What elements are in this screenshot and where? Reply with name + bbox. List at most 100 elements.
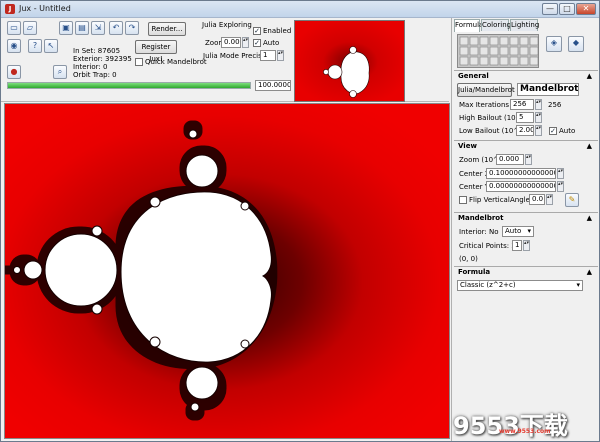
preset-thumbnail[interactable]	[479, 36, 489, 46]
flip-vertical-checkbox[interactable]	[459, 196, 467, 204]
julia-enabled-checkbox[interactable]: ✓	[253, 27, 261, 35]
open-folder-icon[interactable]: ▱	[23, 21, 37, 35]
formula-section-header[interactable]: Formula ▲	[454, 266, 598, 277]
maximize-button[interactable]: □	[559, 3, 575, 15]
julia-mandelbrot-button[interactable]: Julia/Mandelbrot	[457, 83, 515, 97]
center-y-spinner[interactable]: ▴▾	[557, 181, 564, 192]
max-iterations-field[interactable]: 256	[510, 99, 534, 110]
flip-vertical-label: Flip Vertical	[469, 196, 510, 204]
help-icon[interactable]: ?	[28, 39, 42, 53]
pointer-icon[interactable]: ↖	[44, 39, 58, 53]
stat-orbit-trap: Orbit Trap: 0	[73, 71, 117, 79]
low-bailout-spinner[interactable]: ▴▾	[535, 125, 542, 136]
low-bailout-field[interactable]: 2.00	[516, 125, 534, 136]
minimize-button[interactable]: —	[542, 3, 558, 15]
collapse-arrow-icon[interactable]: ▲	[587, 71, 592, 81]
formula-select[interactable]: Classic (z^2+c) ▾	[457, 280, 583, 291]
preset-thumbnail[interactable]	[469, 56, 479, 66]
preset-thumbnail[interactable]	[459, 46, 469, 56]
preset-thumbnail[interactable]	[469, 36, 479, 46]
high-bailout-field[interactable]: 5	[516, 112, 534, 123]
collapse-arrow-icon[interactable]: ▲	[587, 141, 592, 151]
preset-thumbnail[interactable]	[529, 56, 539, 66]
view-zoom-field[interactable]: 0.000	[496, 154, 524, 165]
preset-thumbnail[interactable]	[519, 46, 529, 56]
mandelbrot-section-header[interactable]: Mandelbrot ▲	[454, 212, 598, 223]
reset-view-icon[interactable]: ✎	[565, 193, 579, 207]
preset-thumbnail[interactable]	[509, 56, 519, 66]
interior-select[interactable]: Auto ▾	[502, 226, 534, 237]
register-button[interactable]: Register Jux!	[135, 40, 177, 63]
preset-thumbnail[interactable]	[529, 36, 539, 46]
collapse-arrow-icon[interactable]: ▲	[587, 267, 592, 277]
undo-icon[interactable]: ↶	[109, 21, 123, 35]
preset-thumbnail[interactable]	[509, 36, 519, 46]
julia-zoom-spinner[interactable]: ▴▾	[242, 37, 249, 48]
general-section-header[interactable]: General ▲	[454, 70, 598, 81]
print-icon[interactable]: ▤	[75, 21, 89, 35]
redo-icon[interactable]: ↷	[125, 21, 139, 35]
formula-settings-icon[interactable]: ◆	[568, 36, 584, 52]
fractal-name-display: Mandelbrot	[517, 83, 579, 96]
record-icon[interactable]: ●	[7, 65, 21, 79]
view-section-header[interactable]: View ▲	[454, 140, 598, 151]
collapse-arrow-icon[interactable]: ▲	[587, 213, 592, 223]
preset-thumbnail[interactable]	[469, 46, 479, 56]
julia-preview[interactable]	[294, 20, 405, 102]
critical-points-spinner[interactable]: ▴▾	[523, 240, 530, 251]
tab-coloring[interactable]: Coloring	[481, 19, 511, 31]
critical-points-field[interactable]: 1	[512, 240, 522, 251]
view-header-label: View	[458, 142, 477, 150]
magnifier-icon[interactable]: ⌕	[53, 65, 67, 79]
formula-presets-grid[interactable]	[457, 34, 539, 68]
fractal-canvas[interactable]	[4, 103, 450, 439]
view-zoom-spinner[interactable]: ▴▾	[525, 154, 532, 165]
julia-zoom-field[interactable]: 0.00	[221, 37, 241, 48]
interior-label: Interior: No	[459, 228, 499, 236]
julia-precision-field[interactable]: 1	[260, 50, 276, 61]
preset-thumbnail[interactable]	[529, 46, 539, 56]
quick-mandelbrot-checkbox[interactable]	[135, 58, 143, 66]
low-bailout-auto-checkbox[interactable]: ✓	[549, 127, 557, 135]
save-disk-icon[interactable]: ▣	[59, 21, 73, 35]
max-iterations-label: Max Iterations	[459, 101, 510, 109]
preset-thumbnail[interactable]	[459, 56, 469, 66]
new-document-icon[interactable]: ▭	[7, 21, 21, 35]
angle-spinner[interactable]: ▴▾	[546, 194, 553, 205]
formula-tool-icon[interactable]: ◈	[546, 36, 562, 52]
preset-thumbnail[interactable]	[519, 56, 529, 66]
formula-select-value: Classic (z^2+c)	[460, 281, 516, 289]
title-bar[interactable]: J Jux - Untitled — □ ✕	[1, 1, 599, 18]
render-button[interactable]: Render...	[148, 22, 186, 36]
preset-thumbnail[interactable]	[459, 36, 469, 46]
preset-thumbnail[interactable]	[499, 56, 509, 66]
interior-select-value: Auto	[505, 227, 522, 235]
high-bailout-spinner[interactable]: ▴▾	[535, 112, 542, 123]
camera-icon[interactable]: ◉	[7, 39, 21, 53]
tab-formula[interactable]: Formula	[454, 19, 483, 32]
preset-thumbnail[interactable]	[489, 36, 499, 46]
angle-field[interactable]: 0.0	[529, 194, 545, 205]
preset-thumbnail[interactable]	[499, 46, 509, 56]
preset-thumbnail[interactable]	[489, 56, 499, 66]
chevron-down-icon: ▾	[576, 281, 580, 289]
preset-thumbnail[interactable]	[479, 56, 489, 66]
preset-thumbnail[interactable]	[499, 36, 509, 46]
preset-thumbnail[interactable]	[519, 36, 529, 46]
angle-label: Angle	[510, 196, 530, 204]
center-x-field[interactable]: 0.1000000000000000000	[486, 168, 556, 179]
center-y-field[interactable]: 0.0000000000000000000	[486, 181, 556, 192]
preset-thumbnail[interactable]	[479, 46, 489, 56]
watermark-url: www.9553.com	[499, 428, 551, 435]
center-x-spinner[interactable]: ▴▾	[557, 168, 564, 179]
max-iterations-spinner[interactable]: ▴▾	[535, 99, 542, 110]
preset-thumbnail[interactable]	[509, 46, 519, 56]
julia-auto-checkbox[interactable]: ✓	[253, 39, 261, 47]
render-progress-bar	[7, 82, 251, 89]
tab-lighting[interactable]: Lighting	[510, 19, 539, 31]
close-button[interactable]: ✕	[576, 3, 596, 15]
preset-thumbnail[interactable]	[489, 46, 499, 56]
stat-in-set: In Set: 87605	[73, 47, 121, 55]
export-icon[interactable]: ⇲	[91, 21, 105, 35]
julia-precision-spinner[interactable]: ▴▾	[277, 50, 284, 61]
